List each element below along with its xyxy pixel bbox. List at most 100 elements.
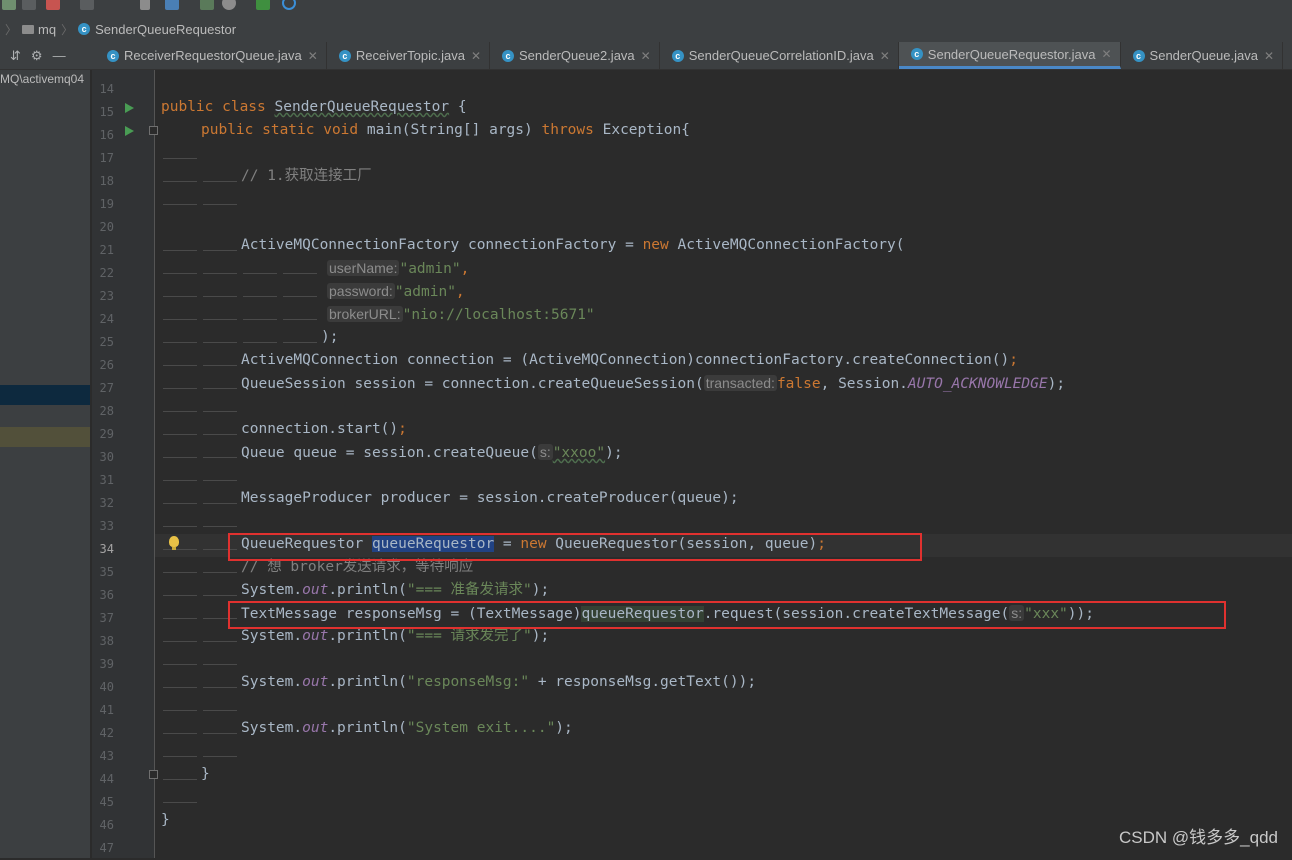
project-tool-actions: ⇵ ⚙ — (0, 42, 92, 69)
debug-icon[interactable] (22, 0, 36, 10)
editor-tab[interactable]: cB (1283, 42, 1292, 69)
close-icon[interactable]: ✕ (471, 49, 481, 63)
breadcrumb-project[interactable]: mq (38, 22, 56, 37)
code-editor[interactable]: public class SenderQueueRequestor { publ… (161, 84, 1094, 828)
indent-arrow (203, 756, 237, 757)
code-text: , (460, 261, 470, 277)
keyword: public class (161, 99, 275, 115)
highlight-box-line-34 (228, 533, 922, 561)
collapse-icon[interactable]: ⇵ (10, 48, 21, 64)
lightbulb-icon[interactable] (169, 536, 179, 550)
code-line-24: brokerURL: "nio://localhost:5671" (327, 303, 595, 326)
close-icon[interactable]: ✕ (1101, 47, 1111, 61)
run-config-icon[interactable] (200, 0, 214, 10)
line-number: 34 (99, 542, 114, 556)
code-line-15: public class SenderQueueRequestor { (161, 96, 467, 119)
gutter-border (154, 70, 155, 858)
tab-label: SenderQueue.java (1149, 48, 1258, 63)
class-icon: c (910, 48, 923, 60)
line-number: 20 (99, 220, 114, 234)
line-number: 33 (99, 519, 114, 533)
indent-arrow (283, 319, 317, 320)
code-text: ); (1047, 376, 1066, 392)
highlight-box-line-37 (228, 601, 1226, 629)
code-line-46: } (161, 812, 170, 828)
search-icon[interactable] (222, 0, 236, 10)
line-number: 44 (99, 772, 114, 786)
indent-arrow (203, 457, 237, 458)
editor-tab[interactable]: c SenderQueue.java ✕ (1121, 42, 1284, 69)
close-icon[interactable]: ✕ (880, 49, 890, 63)
project-selected-item[interactable] (0, 385, 90, 405)
structure-icon[interactable] (165, 0, 179, 10)
close-icon[interactable]: ✕ (308, 49, 318, 63)
indent-arrow (283, 273, 317, 274)
indent-arrow (163, 664, 197, 665)
code-text: ); (605, 445, 623, 461)
line-number: 30 (99, 450, 114, 464)
code-line-16: public static void main(String[] args) t… (201, 119, 690, 142)
indent-arrow (203, 480, 237, 481)
indent-arrow (163, 526, 197, 527)
close-icon[interactable]: ✕ (641, 49, 651, 63)
line-number: 29 (99, 427, 114, 441)
code-line-18: // 1.获取连接工厂 (241, 168, 372, 184)
indent-arrow (203, 342, 237, 343)
line-number: 16 (99, 128, 114, 142)
line-number: 32 (99, 496, 114, 510)
indent-arrow (163, 480, 197, 481)
settings-tool-icon[interactable] (140, 0, 150, 10)
run-main-icon[interactable] (125, 126, 134, 136)
project-path[interactable]: MQ\activemq04 (0, 72, 84, 86)
indent-arrow (203, 733, 237, 734)
main-toolbar (0, 0, 1292, 16)
run-class-icon[interactable] (125, 103, 134, 113)
gear-icon[interactable]: ⚙ (31, 48, 43, 64)
indent-arrow (163, 457, 197, 458)
line-number: 28 (99, 404, 114, 418)
tab-label: ReceiverTopic.java (355, 48, 465, 63)
line-number: 18 (99, 174, 114, 188)
indent-arrow (203, 273, 237, 274)
code-text: ; (398, 421, 407, 437)
stop-icon[interactable] (46, 0, 60, 10)
editor-tab[interactable]: c SenderQueueRequestor.java ✕ (898, 42, 1121, 69)
indent-arrow (203, 434, 237, 435)
fold-icon[interactable] (149, 770, 158, 779)
editor-tab[interactable]: c SenderQueueCorrelationID.java ✕ (660, 42, 899, 69)
line-number: 42 (99, 726, 114, 740)
fold-icon[interactable] (149, 126, 158, 135)
disable-icon[interactable] (282, 0, 296, 10)
rerun-icon[interactable] (2, 0, 16, 10)
code-text: ); (531, 582, 550, 598)
indent-arrow (203, 526, 237, 527)
indent-arrow (163, 733, 197, 734)
editor-tab[interactable]: c SenderQueue2.java ✕ (490, 42, 660, 69)
line-number: 35 (99, 565, 114, 579)
breadcrumb-file[interactable]: SenderQueueRequestor (95, 22, 236, 37)
line-number: 22 (99, 266, 114, 280)
project-highlighted-item[interactable] (0, 427, 90, 447)
indent-arrow (163, 687, 197, 688)
chevron-right-icon: 〉 (61, 22, 74, 37)
indent-arrow (203, 365, 237, 366)
editor-tab[interactable]: c ReceiverTopic.java ✕ (327, 42, 491, 69)
indent-arrow (243, 273, 277, 274)
indent-arrow (163, 595, 197, 596)
indent-arrow (243, 296, 277, 297)
minimize-icon[interactable]: — (53, 48, 66, 63)
indent-arrow (203, 204, 237, 205)
code-line-26: ActiveMQConnection connection = (ActiveM… (241, 349, 1018, 372)
coverage-icon[interactable] (256, 0, 270, 10)
param-hint: password: (327, 283, 395, 299)
class-icon: c (78, 23, 91, 35)
code-text: ActiveMQConnectionFactory( (668, 237, 905, 253)
close-icon[interactable]: ✕ (1264, 49, 1274, 63)
tab-label: SenderQueue2.java (519, 48, 635, 63)
breadcrumb: 〉 mq 〉 c SenderQueueRequestor (0, 16, 1292, 43)
editor-tab[interactable]: c ReceiverRequestorQueue.java ✕ (95, 42, 327, 69)
build-icon[interactable] (80, 0, 94, 10)
indent-arrow (283, 342, 317, 343)
code-text: System. (241, 628, 303, 644)
line-number: 47 (99, 841, 114, 855)
